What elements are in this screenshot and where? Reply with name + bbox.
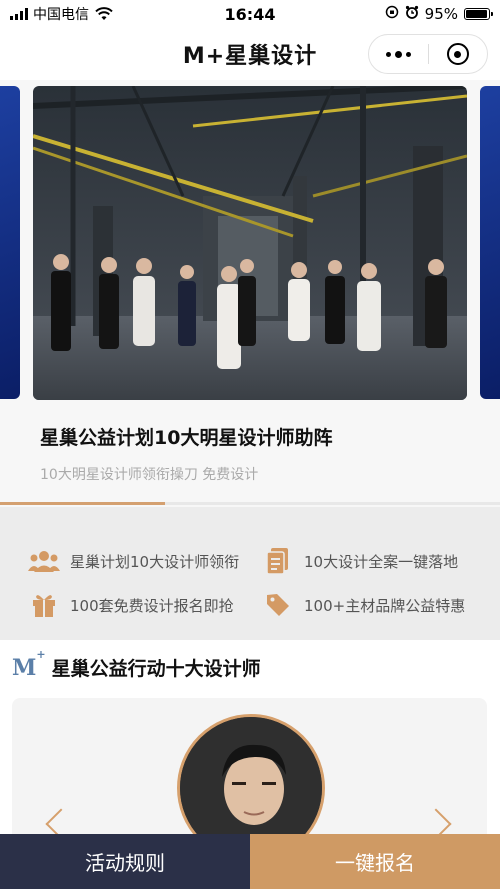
brand-logo: M+	[12, 648, 46, 681]
feature-label: 星巢计划10大设计师领衔	[70, 552, 240, 571]
signal-icon	[10, 8, 28, 20]
section-header: M+ 星巢公益行动十大设计师	[12, 648, 261, 681]
battery-icon	[464, 8, 493, 20]
nav-bar: M+星巢设计	[0, 28, 500, 80]
feature-label: 100套免费设计报名即抢	[70, 596, 234, 615]
status-bar: 中国电信 16:44 95%	[0, 0, 500, 28]
carrier-name: 中国电信	[33, 7, 89, 23]
feature-label: 10大设计全案一键落地	[304, 552, 459, 571]
document-icon	[262, 548, 294, 574]
wifi-icon	[95, 7, 113, 21]
prev-slide-preview[interactable]	[0, 86, 20, 399]
banner-carousel[interactable]: 星巢公益计划10大明星设计师助阵 10大明星设计师领衔操刀 免费设计	[0, 80, 500, 507]
feature-item: 100套免费设计报名即抢	[28, 592, 234, 618]
carousel-progress-fill	[0, 502, 165, 505]
more-button[interactable]	[369, 35, 428, 73]
banner-subtitle: 10大明星设计师领衔操刀 免费设计	[40, 467, 259, 483]
feature-item: 10大设计全案一键落地	[262, 548, 458, 574]
more-icon	[385, 50, 411, 58]
clock: 16:44	[224, 4, 276, 24]
activity-rules-button[interactable]: 活动规则	[0, 834, 250, 889]
alarm-icon	[405, 5, 419, 23]
page-title: M+星巢设计	[182, 44, 318, 69]
banner-title[interactable]: 星巢公益计划10大明星设计师助阵	[40, 423, 332, 450]
bottom-action-bar: 活动规则 一键报名	[0, 834, 500, 889]
page: 中国电信 16:44 95% M+星巢设计 星巢公益计划10大明星设计师助阵 1…	[0, 0, 500, 889]
battery-percent: 95%	[424, 5, 458, 23]
tag-icon	[262, 592, 294, 618]
status-right: 95%	[385, 5, 493, 23]
signup-button[interactable]: 一键报名	[250, 834, 500, 889]
orientation-lock-icon	[385, 5, 399, 23]
feature-label: 100+主材品牌公益特惠	[304, 596, 466, 615]
feature-item: 星巢计划10大设计师领衔	[28, 548, 239, 574]
banner-photo[interactable]	[33, 86, 467, 400]
feature-grid: 星巢计划10大设计师领衔 10大设计全案一键落地 100套免费设计报名即抢 10…	[0, 530, 500, 638]
group-icon	[28, 548, 60, 574]
section-title: 星巢公益行动十大设计师	[51, 658, 261, 680]
close-target-icon	[446, 43, 469, 65]
close-button[interactable]	[429, 35, 488, 73]
gift-icon	[28, 592, 60, 618]
mini-program-capsule	[368, 34, 488, 74]
feature-item: 100+主材品牌公益特惠	[262, 592, 465, 618]
carousel-progress	[0, 502, 500, 505]
next-slide-preview[interactable]	[480, 86, 500, 399]
